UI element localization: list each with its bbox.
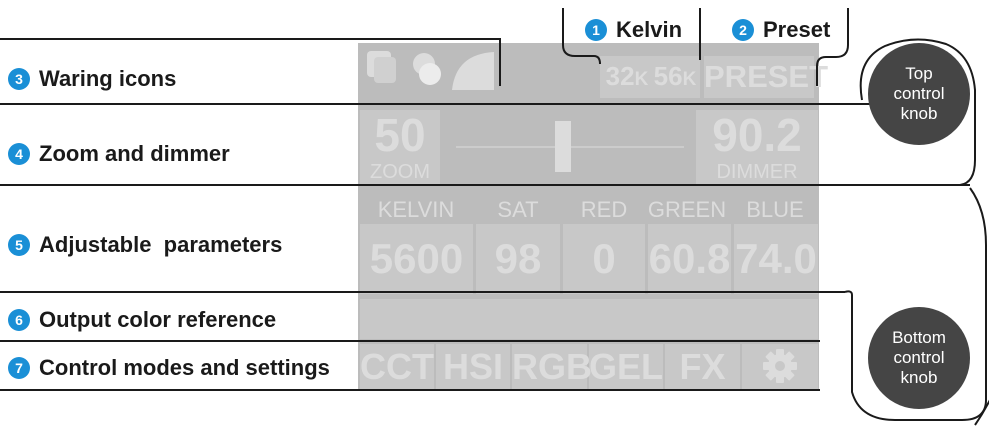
callout-number: 7 <box>8 357 30 379</box>
knob-label: Bottom control knob <box>892 328 946 388</box>
callout-text: Zoom and dimmer <box>39 141 230 166</box>
callout-zoom-dimmer: 4 Zoom and dimmer <box>8 141 230 167</box>
knob-label: Top control knob <box>893 64 944 124</box>
callout-number: 6 <box>8 309 30 331</box>
callout-warning-icons: 3 Waring icons <box>8 66 176 92</box>
bottom-control-knob[interactable]: Bottom control knob <box>868 307 970 409</box>
knob-label-line: Bottom <box>892 328 946 347</box>
callout-preset: 2 Preset <box>732 17 830 43</box>
callout-number: 4 <box>8 143 30 165</box>
callout-kelvin: 1 Kelvin <box>585 17 682 43</box>
callout-text: Adjustable parameters <box>39 232 283 257</box>
knob-label-line: control <box>893 84 945 103</box>
knob-label-line: knob <box>900 104 938 123</box>
callout-text: Preset <box>763 17 831 42</box>
knob-label-line: knob <box>900 368 938 387</box>
knob-label-line: control <box>893 348 945 367</box>
callout-number: 1 <box>585 19 607 41</box>
callout-text: Kelvin <box>616 17 683 42</box>
callout-control-modes: 7 Control modes and settings <box>8 355 330 381</box>
top-control-knob[interactable]: Top control knob <box>868 43 970 145</box>
callout-adjustable-parameters: 5 Adjustable parameters <box>8 232 282 258</box>
callout-output-color: 6 Output color reference <box>8 307 276 333</box>
callout-number: 2 <box>732 19 754 41</box>
callout-number: 3 <box>8 68 30 90</box>
callout-text: Waring icons <box>39 66 177 91</box>
knob-label-line: Top <box>905 64 933 83</box>
callout-number: 5 <box>8 234 30 256</box>
callout-text: Control modes and settings <box>39 355 330 380</box>
callout-text: Output color reference <box>39 307 277 332</box>
